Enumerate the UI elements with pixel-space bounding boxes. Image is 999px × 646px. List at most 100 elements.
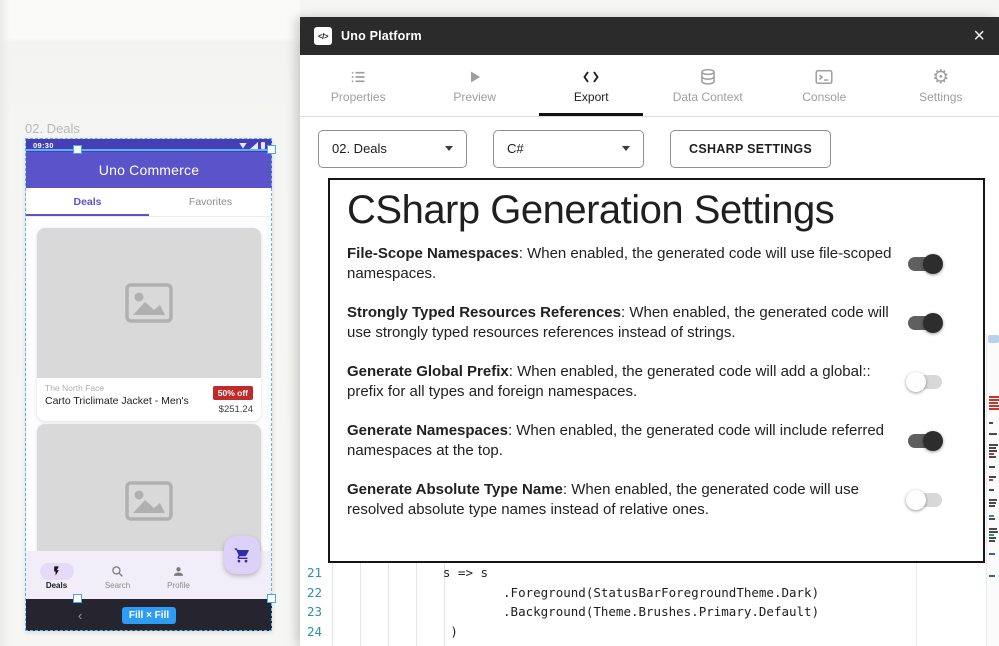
language-select[interactable]: C# [493,130,644,168]
toggle-generate-absolute-type-name[interactable] [906,490,943,510]
product-image-placeholder [37,228,261,378]
setting-text: Strongly Typed Resources References: Whe… [347,303,906,343]
panel-titlebar: </> Uno Platform × [300,17,999,55]
tab-properties[interactable]: Properties [300,55,417,116]
product-info: The North Face Carto Triclimate Jacket -… [37,378,261,421]
image-placeholder-icon [121,275,177,331]
toggle-file-scope-namespaces[interactable] [906,254,943,274]
tab-data-context[interactable]: Data Context [650,55,767,116]
nav-item-deals[interactable]: Deals [26,563,87,590]
tab-label: Settings [919,90,962,104]
discount-badge: 50% off [213,386,253,400]
phone-preview[interactable]: 09:30 Uno Commerce DealsFavorites [26,139,272,631]
setting-label: Generate Namespaces [347,422,508,439]
toggle-generate-namespaces[interactable] [906,431,943,451]
nav-item-profile[interactable]: Profile [148,563,209,590]
page-select[interactable]: 02. Deals [318,130,467,168]
panel-title: Uno Platform [341,29,422,43]
selection-handle[interactable] [73,594,82,603]
setting-text: Generate Namespaces: When enabled, the g… [347,421,906,461]
database-icon [699,67,717,87]
code-line[interactable]: 25Resources [300,641,914,646]
phone-tab-deals[interactable]: Deals [26,188,149,216]
editor-minimap-scrollbar[interactable] [986,334,999,646]
setting-label: Strongly Typed Resources References [347,304,621,321]
selection-handle[interactable] [73,145,82,154]
phone-tab-favorites[interactable]: Favorites [149,188,272,216]
minimap-mark [989,537,996,539]
minimap-mark [989,399,999,401]
minimap-mark [989,534,994,536]
setting-row-generate-global-prefix: Generate Global Prefix: When enabled, th… [347,362,959,402]
product-card[interactable]: The North Face Carto Triclimate Jacket -… [37,228,261,421]
code-line[interactable]: 22.Foreground(StatusBarForegroundTheme.D… [300,583,914,603]
minimap-mark [989,422,993,424]
minimap-mark [989,450,997,452]
phone-content: The North Face Carto Triclimate Jacket -… [26,217,272,551]
language-select-value: C# [507,141,524,156]
tab-label: Data Context [673,90,743,104]
toggle-knob [906,372,926,392]
setting-label: Generate Absolute Type Name [347,481,563,498]
phone-app-bar: Uno Commerce [26,152,272,188]
phone-tab-bar: DealsFavorites [26,188,272,217]
code-line[interactable]: 21s => s [300,563,914,583]
selection-handle[interactable] [267,145,276,154]
list-icon [349,67,367,87]
cart-fab-button[interactable] [224,536,260,574]
frame-footer-bar: ‹ Fill × Fill [26,599,272,631]
setting-text: File-Scope Namespaces: When enabled, the… [347,244,906,284]
search-icon [101,563,135,580]
tab-label: Preview [453,90,496,104]
collapse-chevron-icon[interactable]: ‹ [78,608,82,623]
minimap-mark [989,528,997,530]
tab-preview[interactable]: Preview [417,55,534,116]
size-badge: Fill × Fill [122,607,176,624]
csharp-settings-modal: CSharp Generation Settings File-Scope Na… [328,178,985,563]
toggle-knob [923,313,943,333]
signal-icon [250,142,258,149]
selection-handle[interactable] [267,594,276,603]
minimap-mark [989,531,998,533]
tab-console[interactable]: Console [766,55,883,116]
nav-label: Deals [46,581,67,590]
minimap-mark [989,408,999,410]
minimap-mark [989,502,996,504]
toggle-generate-global-prefix[interactable] [906,372,943,392]
cart-icon [234,547,251,564]
scrollbar-thumb[interactable] [988,335,999,343]
product-brand: The North Face [45,383,213,393]
minimap-mark [989,444,998,446]
product-card[interactable] [37,424,261,551]
chevron-down-icon [622,146,630,151]
minimap-mark [989,499,997,501]
nav-item-search[interactable]: Search [87,563,148,590]
code-line[interactable]: 23.Background(Theme.Brushes.Primary.Defa… [300,602,914,622]
setting-row-file-scope-namespaces: File-Scope Namespaces: When enabled, the… [347,244,959,284]
toggle-strongly-typed-resources-references[interactable] [906,313,943,333]
code-line[interactable]: 24) [300,622,914,642]
toggle-knob [923,431,943,451]
editor-divider [916,563,917,646]
csharp-settings-button[interactable]: CSHARP SETTINGS [670,130,831,168]
tab-label: Console [802,90,846,104]
setting-row-generate-namespaces: Generate Namespaces: When enabled, the g… [347,421,959,461]
chevron-down-icon [445,146,453,151]
tab-label: Export [574,90,609,104]
minimap-mark [989,456,996,458]
close-icon[interactable]: × [973,26,985,46]
setting-row-strongly-typed-resources-references: Strongly Typed Resources References: Whe… [347,303,959,343]
setting-row-generate-absolute-type-name: Generate Absolute Type Name: When enable… [347,480,959,520]
tab-settings[interactable]: ⚙ Settings [883,55,999,116]
battery-icon [261,142,265,149]
minimap-mark [989,575,995,577]
code-lines: 21s => s22.Foreground(StatusBarForegroun… [300,563,914,646]
page-select-value: 02. Deals [332,141,387,156]
gear-icon: ⚙ [932,67,949,87]
minimap-mark [989,540,995,542]
frame-label[interactable]: 02. Deals [25,121,80,136]
selection-top-line [26,149,272,151]
image-placeholder-icon [121,473,177,529]
tab-export[interactable]: Export [533,55,650,116]
canvas-edge-shade [0,0,10,646]
